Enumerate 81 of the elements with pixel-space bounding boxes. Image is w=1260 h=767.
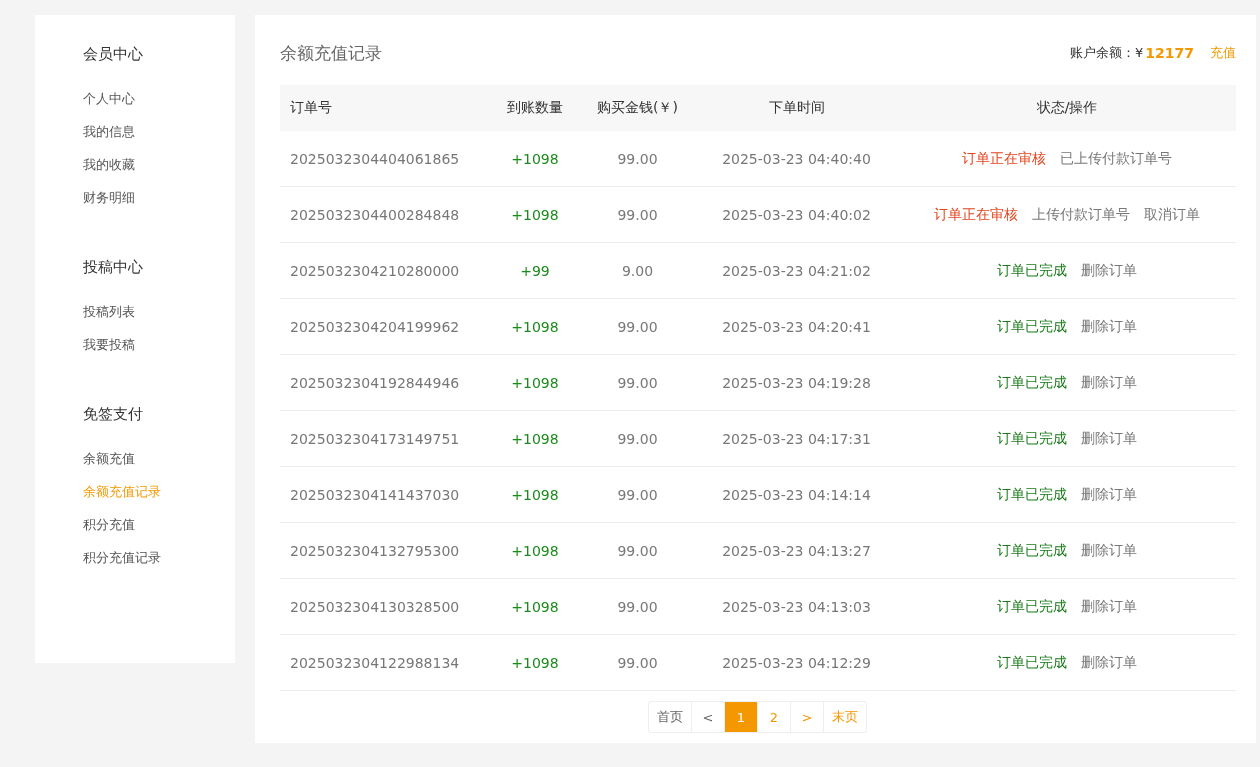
order-status: 订单已完成 [997,261,1067,278]
sidebar-item[interactable]: 我的收藏 [83,148,235,181]
quantity-cell: +1098 [490,298,580,355]
quantity-cell: +99 [490,242,580,299]
order-status: 订单已完成 [997,653,1067,670]
time-cell: 2025-03-23 04:20:41 [695,298,898,355]
order-number-cell: 2025032304122988134 [280,634,490,691]
order-action-link[interactable]: 删除订单 [1081,429,1137,446]
order-action-link[interactable]: 删除订单 [1081,317,1137,334]
quantity-cell: +1098 [490,410,580,467]
order-status: 订单已完成 [997,373,1067,390]
amount-cell: 99.00 [580,410,695,467]
column-header: 订单号 [280,85,490,131]
order-status: 订单正在审核 [962,149,1046,166]
quantity-cell: +1098 [490,131,580,187]
time-cell: 2025-03-23 04:13:27 [695,522,898,579]
order-number-cell: 2025032304404061865 [280,131,490,187]
quantity-cell: +1098 [490,354,580,411]
order-action-link[interactable]: 已上传付款订单号 [1060,149,1172,166]
order-status: 订单已完成 [997,317,1067,334]
sidebar-item[interactable]: 积分充值记录 [83,541,235,574]
sidebar-section-title: 免签支付 [83,405,144,424]
order-action-link[interactable]: 删除订单 [1081,485,1137,502]
amount-cell: 99.00 [580,466,695,523]
column-header: 下单时间 [695,85,898,131]
order-number-cell: 2025032304130328500 [280,578,490,635]
sidebar-item[interactable]: 余额充值 [83,442,235,475]
order-action-link[interactable]: 删除订单 [1081,373,1137,390]
amount-cell: 99.00 [580,186,695,243]
order-action-link[interactable]: 上传付款订单号 [1032,205,1130,222]
order-number-cell: 2025032304132795300 [280,522,490,579]
order-status: 订单已完成 [997,429,1067,446]
order-status: 订单已完成 [997,541,1067,558]
order-status: 订单已完成 [997,597,1067,614]
sidebar-item[interactable]: 我要投稿 [83,328,235,361]
quantity-cell: +1098 [490,466,580,523]
order-action-link[interactable]: 删除订单 [1081,597,1137,614]
sidebar-section-title: 投稿中心 [83,258,144,277]
amount-cell: 99.00 [580,578,695,635]
time-cell: 2025-03-23 04:19:28 [695,354,898,411]
amount-cell: 99.00 [580,522,695,579]
sidebar-item[interactable]: 财务明细 [83,181,235,214]
quantity-cell: +1098 [490,186,580,243]
sidebar-section-title: 会员中心 [83,45,144,64]
time-cell: 2025-03-23 04:21:02 [695,242,898,299]
order-number-cell: 2025032304210280000 [280,242,490,299]
time-cell: 2025-03-23 04:12:29 [695,634,898,691]
order-action-link[interactable]: 删除订单 [1081,541,1137,558]
sidebar-item[interactable]: 我的信息 [83,115,235,148]
order-action-link[interactable]: 取消订单 [1144,205,1200,222]
order-action-link[interactable]: 删除订单 [1081,261,1137,278]
order-number-cell: 2025032304173149751 [280,410,490,467]
amount-cell: 99.00 [580,298,695,355]
order-status: 订单已完成 [997,485,1067,502]
order-number-cell: 2025032304204199962 [280,298,490,355]
quantity-cell: +1098 [490,522,580,579]
column-header: 状态/操作 [898,85,1236,131]
column-header: 购买金钱(￥) [580,85,695,131]
amount-cell: 99.00 [580,131,695,187]
quantity-cell: +1098 [490,578,580,635]
balance-amount: 12177 [1145,45,1194,61]
order-number-cell: 2025032304141437030 [280,466,490,523]
page-title: 余额充值记录 [280,41,382,65]
quantity-cell: +1098 [490,634,580,691]
order-status: 订单正在审核 [934,205,1018,222]
amount-cell: 99.00 [580,634,695,691]
order-number-cell: 2025032304192844946 [280,354,490,411]
time-cell: 2025-03-23 04:40:02 [695,186,898,243]
amount-cell: 9.00 [580,242,695,299]
sidebar-item[interactable]: 积分充值 [83,508,235,541]
sidebar-item[interactable]: 个人中心 [83,82,235,115]
balance-label: 账户余额：¥ [1070,44,1144,62]
time-cell: 2025-03-23 04:14:14 [695,466,898,523]
time-cell: 2025-03-23 04:17:31 [695,410,898,467]
time-cell: 2025-03-23 04:13:03 [695,578,898,635]
column-header: 到账数量 [490,85,580,131]
time-cell: 2025-03-23 04:40:40 [695,131,898,187]
order-number-cell: 2025032304400284848 [280,186,490,243]
order-action-link[interactable]: 删除订单 [1081,653,1137,670]
amount-cell: 99.00 [580,354,695,411]
sidebar-item[interactable]: 投稿列表 [83,295,235,328]
